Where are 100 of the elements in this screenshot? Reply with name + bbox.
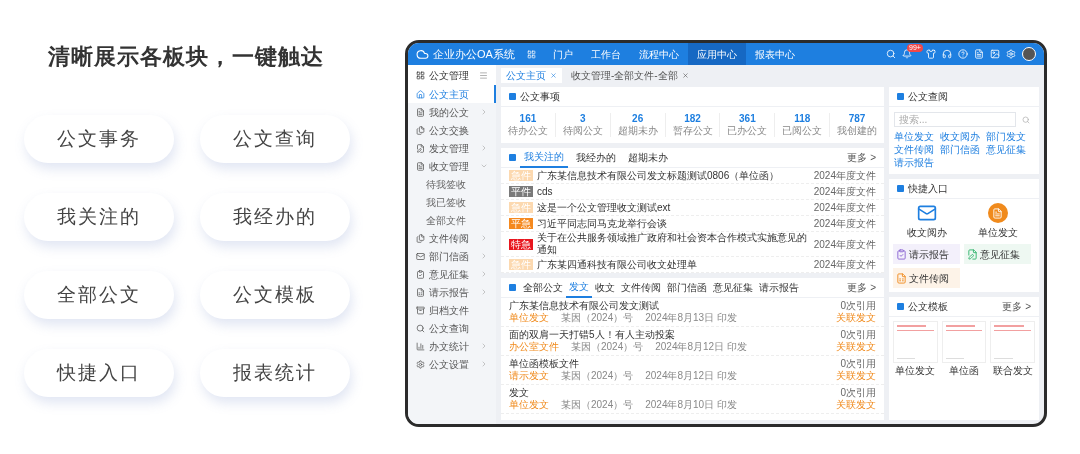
date-text: 2024年8月12日 印发	[645, 370, 737, 382]
headphones-icon[interactable]	[942, 49, 952, 59]
stat-value: 787	[848, 113, 866, 125]
category-link[interactable]: 部门信函	[940, 143, 980, 156]
document-number: 某因（2024）号	[561, 370, 634, 382]
shortcut-tile[interactable]: 意见征集	[964, 244, 1031, 264]
settings-icon[interactable]	[1006, 49, 1016, 59]
spreadsheet-icon	[416, 287, 425, 297]
sidebar-item[interactable]: 文件传阅	[408, 229, 496, 247]
document-link[interactable]: 习近平同志同马克龙举行会谈	[537, 217, 810, 230]
document-link[interactable]: 关于在公共服务领域推广政府和社会资本合作模式实施意见的通知	[537, 232, 810, 256]
shortcut-tile[interactable]: 文件传阅	[893, 268, 960, 288]
edit-document-icon	[416, 143, 425, 153]
template-label: 联合发文	[992, 364, 1033, 378]
sidebar-subitem[interactable]: 我已签收	[408, 193, 496, 211]
shortcut-button[interactable]: 收文阅办	[893, 203, 960, 240]
page-tab[interactable]: 收文管理-全部文件-全部	[566, 68, 694, 83]
date-text: 2024年8月13日 印发	[645, 312, 737, 324]
list-tab[interactable]: 请示报告	[756, 278, 802, 298]
more-link[interactable]: 更多 >	[847, 150, 876, 165]
date-text: 2024年度文件	[813, 169, 876, 183]
nav-tab[interactable]: 应用中心	[687, 43, 746, 65]
sidebar-item[interactable]: 请示报告	[408, 283, 496, 301]
sidebar-item[interactable]: 我的公文	[408, 103, 496, 121]
search-icon	[416, 323, 425, 333]
sidebar-item[interactable]: 办文统计	[408, 337, 496, 355]
avatar[interactable]	[1022, 47, 1036, 61]
document-icon[interactable]	[974, 49, 984, 59]
category-link[interactable]: 单位发文	[894, 130, 934, 143]
documents-icon	[416, 233, 425, 243]
sidebar-item[interactable]: 归档文件	[408, 301, 496, 319]
search-field[interactable]: 搜索...	[894, 112, 1016, 127]
date-text: 2024年度文件	[813, 185, 876, 199]
help-icon[interactable]	[958, 49, 968, 59]
priority-tag: 平急	[509, 218, 533, 229]
document-number: 某因（2024）号	[561, 312, 634, 324]
template-thumbnail[interactable]	[893, 321, 938, 363]
nav-tab[interactable]: 工作台	[581, 43, 630, 65]
template-thumbnail[interactable]	[941, 321, 987, 363]
nav-tab[interactable]: 报表中心	[745, 43, 804, 65]
nav-tab[interactable]: 流程中心	[629, 43, 688, 65]
list-tab[interactable]: 文件传阅	[618, 278, 664, 298]
category-link[interactable]: 收文阅办	[940, 130, 980, 143]
feature-pill: 公文查询	[200, 115, 350, 163]
document-link[interactable]: 广东某信息技术有限公司发文标题测试0806（单位函）	[537, 169, 810, 182]
list-tab[interactable]: 超期未办	[624, 147, 672, 168]
shirt-icon[interactable]	[926, 49, 936, 59]
list-tab[interactable]: 发文	[566, 278, 592, 298]
feature-pill: 我经办的	[200, 193, 350, 241]
document-link[interactable]: 发文	[509, 387, 737, 399]
page-tab[interactable]: 公文主页	[501, 68, 562, 83]
sidebar-item[interactable]: 公文主页	[408, 85, 496, 103]
shortcut-button[interactable]: 单位发文	[964, 203, 1031, 240]
sidebar-title: 公文管理	[429, 68, 469, 83]
date-text: 2024年8月12日 印发	[655, 341, 747, 353]
document-link[interactable]: 广东某信息技术有限公司发文测试	[509, 300, 737, 312]
document-link[interactable]: 广东某四通科技有限公司收文处理单	[537, 258, 810, 271]
image-icon[interactable]	[990, 49, 1000, 59]
list-tab[interactable]: 全部公文	[520, 278, 566, 298]
more-link[interactable]: 更多 >	[847, 280, 876, 295]
category-link[interactable]: 请示报告	[894, 156, 934, 169]
shortcut-tile[interactable]: 请示报告	[893, 244, 960, 264]
feature-pill: 公文事务	[24, 115, 174, 163]
feature-pill: 快捷入口	[24, 349, 174, 397]
stat-label: 暂存公文	[672, 125, 713, 137]
stat-label: 已阅公文	[782, 125, 823, 137]
category-link[interactable]: 部门发文	[986, 130, 1026, 143]
close-icon[interactable]	[550, 72, 557, 79]
list-tab[interactable]: 我经办的	[572, 147, 620, 168]
list-tab[interactable]: 收文	[592, 278, 618, 298]
sidebar-item[interactable]: 收文管理	[408, 157, 496, 175]
document-link[interactable]: 单位函模板文件	[509, 358, 737, 370]
sidebar-item[interactable]: 发文管理	[408, 139, 496, 157]
category-link[interactable]: 文件传阅	[894, 143, 934, 156]
stat-label: 我创建的	[837, 125, 878, 137]
sidebar-item[interactable]: 公文设置	[408, 355, 496, 373]
apps-icon[interactable]	[526, 49, 536, 59]
document-link[interactable]: 面的双肩一天打错5人！有人主动投案	[509, 329, 747, 341]
document-link[interactable]: 这是一个公文管理收文测试ext	[537, 201, 810, 214]
document-link[interactable]: cds	[537, 185, 810, 198]
document-number: 某因（2024）号	[561, 399, 634, 411]
sidebar-item[interactable]: 公文交换	[408, 121, 496, 139]
sidebar-subitem[interactable]: 待我签收	[408, 175, 496, 193]
list-tab[interactable]: 意见征集	[710, 278, 756, 298]
sidebar-item[interactable]: 公文查询	[408, 319, 496, 337]
close-icon[interactable]	[681, 72, 689, 79]
search-icon[interactable]	[1022, 115, 1030, 124]
category-link[interactable]: 意见征集	[986, 143, 1026, 156]
sidebar-subitem[interactable]: 全部文件	[408, 211, 496, 229]
template-thumbnail[interactable]	[990, 321, 1035, 363]
stat-value: 361	[739, 113, 756, 125]
list-tab[interactable]: 我关注的	[520, 147, 568, 168]
grid-icon	[416, 70, 425, 80]
more-link[interactable]: 更多 >	[1002, 299, 1031, 314]
collapse-icon[interactable]	[479, 70, 488, 80]
sidebar-item[interactable]: 部门信函	[408, 247, 496, 265]
nav-tab[interactable]: 门户	[543, 43, 582, 65]
bell-icon[interactable]	[902, 49, 912, 59]
sidebar-item[interactable]: 意见征集	[408, 265, 496, 283]
list-tab[interactable]: 部门信函	[664, 278, 710, 298]
